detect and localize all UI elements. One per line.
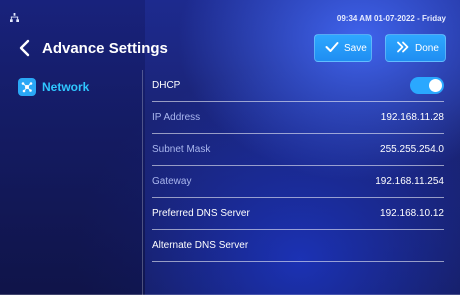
gateway-value: 192.168.11.254 <box>375 176 444 187</box>
dhcp-row: DHCP <box>152 70 444 102</box>
save-button-label: Save <box>344 42 367 54</box>
chevron-left-icon[interactable] <box>16 38 32 58</box>
advance-settings-screen: 09:34 AM 01-07-2022 - Friday Advance Set… <box>0 0 460 295</box>
sidebar-divider <box>142 70 143 295</box>
toggle-knob <box>429 79 442 92</box>
preferred-dns-label: Preferred DNS Server <box>152 208 250 219</box>
gateway-label: Gateway <box>152 176 192 187</box>
dhcp-toggle[interactable] <box>410 77 444 94</box>
checkmark-icon <box>325 41 339 56</box>
alternate-dns-row[interactable]: Alternate DNS Server <box>152 230 444 262</box>
dhcp-label: DHCP <box>152 80 181 91</box>
ip-address-row[interactable]: IP Address 192.168.11.28 <box>152 102 444 134</box>
subnet-mask-label: Subnet Mask <box>152 144 211 155</box>
double-chevron-right-icon <box>396 41 410 56</box>
subnet-mask-row[interactable]: Subnet Mask 255.255.254.0 <box>152 134 444 166</box>
done-button[interactable]: Done <box>385 34 446 62</box>
status-bar: 09:34 AM 01-07-2022 - Friday <box>10 12 446 24</box>
network-settings-list: DHCP IP Address 192.168.11.28 Subnet Mas… <box>152 70 444 262</box>
sidebar-item-network[interactable]: Network <box>18 78 89 96</box>
ip-address-value: 192.168.11.28 <box>380 112 444 123</box>
header: Advance Settings Save Done <box>16 34 446 62</box>
network-tree-icon <box>10 12 19 24</box>
gateway-row[interactable]: Gateway 192.168.11.254 <box>152 166 444 198</box>
done-button-label: Done <box>415 42 439 54</box>
save-button[interactable]: Save <box>314 34 372 62</box>
page-title: Advance Settings <box>42 39 168 57</box>
ip-address-label: IP Address <box>152 112 201 123</box>
preferred-dns-value: 192.168.10.12 <box>380 208 444 219</box>
network-icon <box>18 78 36 96</box>
sidebar-item-label: Network <box>42 80 90 94</box>
preferred-dns-row[interactable]: Preferred DNS Server 192.168.10.12 <box>152 198 444 230</box>
alternate-dns-label: Alternate DNS Server <box>152 240 249 251</box>
subnet-mask-value: 255.255.254.0 <box>380 144 444 155</box>
status-datetime: 09:34 AM 01-07-2022 - Friday <box>336 13 446 23</box>
